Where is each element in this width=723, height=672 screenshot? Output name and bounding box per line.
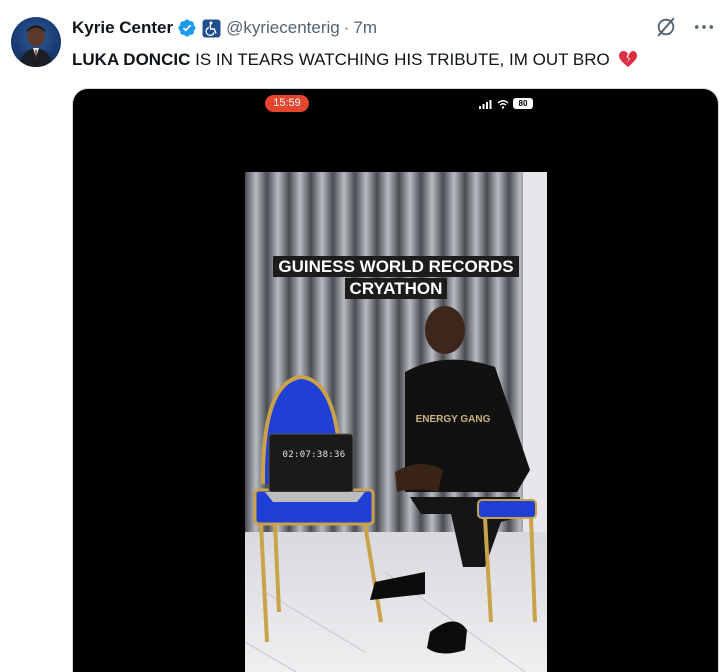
caption-line-2: CRYATHON: [344, 278, 448, 299]
tweet-header: Kyrie Center @kyriecenterig · 7m: [72, 16, 377, 40]
video-frame-image: ENERGY GANG: [245, 172, 547, 672]
status-icons: 80: [479, 98, 533, 109]
wheelchair-icon[interactable]: [202, 19, 221, 38]
battery-level: 80: [513, 98, 533, 109]
user-handle[interactable]: @kyriecenterig: [226, 18, 340, 38]
separator-dot: ·: [343, 18, 350, 37]
video-caption: GUINESS WORLD RECORDS CRYATHON: [245, 256, 547, 300]
shirt-print: ENERGY GANG: [416, 414, 491, 425]
tweet-text-bold: LUKA DONCIC: [72, 50, 191, 69]
video-scene: ENERGY GANG GUINESS WORLD RECORDS CRYATH…: [245, 172, 547, 672]
tweet-text: LUKA DONCIC IS IN TEARS WATCHING HIS TRI…: [72, 48, 638, 72]
tweet-actions-top: [655, 16, 715, 38]
laptop: [265, 433, 365, 502]
verified-badge-icon[interactable]: [177, 18, 197, 38]
caption-line-1: GUINESS WORLD RECORDS: [273, 256, 519, 277]
avatar[interactable]: [11, 17, 61, 67]
phone-screen-recording: 15:59 80 ENERGY GANG GUINESS WORLD RECOR…: [245, 89, 547, 672]
display-name[interactable]: Kyrie Center: [72, 18, 173, 38]
avatar-person-image: [19, 25, 53, 67]
laptop-timer: 02:07:38:36: [282, 450, 346, 460]
tweet-text-body: IS IN TEARS WATCHING HIS TRIBUTE, IM OUT…: [190, 50, 610, 69]
more-options-icon[interactable]: [693, 16, 715, 38]
status-time: 15:59: [265, 95, 309, 112]
video-media[interactable]: 15:59 80 ENERGY GANG GUINESS WORLD RECOR…: [72, 88, 719, 672]
wifi-icon: [497, 99, 509, 109]
signal-icon: [479, 99, 492, 109]
tweet-timestamp[interactable]: 7m: [353, 18, 377, 38]
broken-heart-icon: [618, 50, 638, 68]
tweet[interactable]: Kyrie Center @kyriecenterig · 7m LUKA DO…: [0, 0, 723, 672]
grok-icon[interactable]: [655, 16, 677, 38]
